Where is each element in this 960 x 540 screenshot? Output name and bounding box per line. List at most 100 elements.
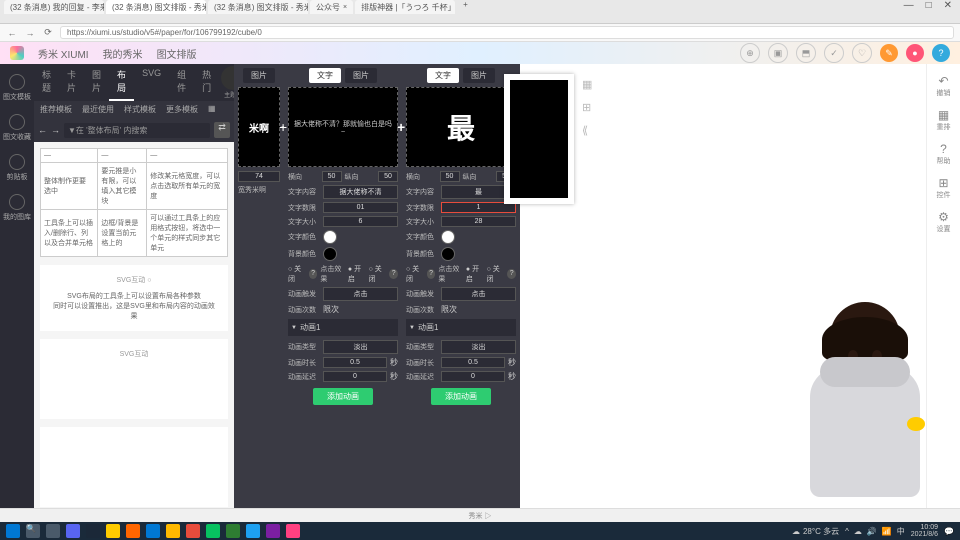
chart-icon[interactable]: ⟪ [582,124,592,137]
delay-input[interactable]: 0 [441,371,505,382]
panel-tab[interactable]: 图片 [84,64,109,101]
header-action-icon[interactable]: ⬒ [796,43,816,63]
app-icon[interactable] [186,524,200,538]
toggle-close[interactable]: ○ 关闭 [288,264,306,284]
duration-input[interactable]: 0.5 [441,357,505,368]
leftbar-item[interactable]: 图文模板 [1,68,33,108]
size-input[interactable]: 6 [323,216,398,227]
tray-icon[interactable]: ☁ [854,527,862,536]
svg-card[interactable]: SVG互动 ○ SVG布局的工具条上可以设置布局各种参数 同时可以设置推出，这是… [40,265,228,331]
subtab[interactable]: 最近使用 [82,104,114,115]
header-action-icon[interactable]: ✓ [824,43,844,63]
rtool-item[interactable]: ▦重排 [937,108,951,132]
help-icon[interactable]: ? [389,269,398,279]
toggle-off[interactable]: ○ 关闭 [487,264,505,284]
toggle-on[interactable]: ● 开启 [348,264,366,284]
limit-input[interactable]: 01 [323,202,398,213]
url-input[interactable]: https://xiumi.us/studio/v5#/paper/for/10… [60,26,954,39]
anim-type-select[interactable]: 淡出 [441,340,516,354]
app-icon[interactable] [146,524,160,538]
task-view-icon[interactable] [46,524,60,538]
toggle-off[interactable]: ○ 关闭 [369,264,387,284]
start-button[interactable] [6,524,20,538]
add-icon[interactable]: + [279,119,287,135]
tray-icon[interactable]: 中 [897,526,905,537]
reload-button[interactable]: ⟳ [42,27,54,38]
nav-left[interactable]: ← [38,125,47,135]
tab-text[interactable]: 文字 [427,68,459,83]
app-icon[interactable] [166,524,180,538]
slide-preview[interactable]: +据大佬称不清？那就愉也白是吗~+ [288,87,398,167]
browser-tab[interactable]: 排版神器 |「うつろ 千杯」-o× [355,0,455,14]
canvas-preview[interactable] [504,74,574,204]
rtool-item[interactable]: ⚙设置 [937,210,951,234]
nav-link[interactable]: 图文排版 [157,46,197,61]
nav-link[interactable]: 我的秀米 [103,46,143,61]
app-icon[interactable] [86,524,100,538]
slide-preview[interactable]: 米啊+ [238,87,280,167]
browser-tab[interactable]: (32 条消息) 我的回复 - 李来 XIU× [4,0,104,14]
toggle-on[interactable]: ● 开启 [466,264,484,284]
svg-card[interactable] [40,427,228,507]
add-animation-button[interactable]: 添加动画 [431,388,491,405]
rtool-item[interactable]: ⊞控件 [937,176,951,200]
leftbar-item[interactable]: 图文收藏 [1,108,33,148]
panel-tab[interactable]: 热门 [194,64,219,101]
size-input[interactable]: 28 [441,216,516,227]
app-icon[interactable] [246,524,260,538]
panel-tab[interactable]: 组件 [169,64,194,101]
back-button[interactable]: ← [6,28,18,38]
rtool-item[interactable]: ?帮助 [937,142,951,166]
maximize-button[interactable]: □ [926,0,932,14]
app-icon[interactable] [126,524,140,538]
duration-input[interactable]: 0.5 [323,357,387,368]
header-badge[interactable]: ● [906,44,924,62]
forward-button[interactable]: → [24,28,36,38]
panel-tab[interactable]: 标题 [34,64,59,101]
h-input[interactable]: 50 [322,171,342,182]
section-header[interactable]: 动画1 [406,319,516,336]
bg-swatch[interactable] [441,247,455,261]
help-icon[interactable]: ? [507,269,516,279]
rtool-item[interactable]: ↶撤销 [937,74,951,98]
clock[interactable]: 10:092021/8/6 [911,524,938,538]
slide-preview[interactable]: +最+ [406,87,516,167]
tray-icon[interactable]: 🔊 [867,527,877,536]
notifications-icon[interactable]: 💬 [944,527,954,536]
layout-icon[interactable]: ⊞ [582,101,592,114]
tab-text[interactable]: 文字 [309,68,341,83]
weather-widget[interactable]: ☁28°C 多云 [792,526,839,537]
v-input[interactable]: 50 [378,171,398,182]
help-icon[interactable]: ? [427,269,436,279]
trigger-select[interactable]: 点击 [323,287,398,301]
search-icon[interactable]: 🔍 [26,524,40,538]
header-action-icon[interactable]: ♡ [852,43,872,63]
app-icon[interactable] [286,524,300,538]
text-input[interactable]: 据大佬称不清 [323,185,398,199]
panel-tab[interactable]: 布局 [109,64,134,101]
help-icon[interactable]: ? [309,269,318,279]
delay-input[interactable]: 0 [323,371,387,382]
browser-tab[interactable]: (32 条消息) 图文排版 - 秀米 XIU× [106,0,206,14]
close-button[interactable]: ✕ [944,0,952,14]
header-badge[interactable]: ✎ [880,44,898,62]
new-tab-button[interactable]: + [457,0,474,14]
h-input[interactable]: 50 [440,171,460,182]
app-icon[interactable] [226,524,240,538]
app-icon[interactable] [206,524,220,538]
leftbar-item[interactable]: 剪贴板 [5,148,30,188]
color-swatch[interactable] [441,230,455,244]
minimize-button[interactable]: — [904,0,914,14]
header-action-icon[interactable]: ▣ [768,43,788,63]
subtab[interactable]: 推荐模板 [40,104,72,115]
width-input[interactable]: 74 [238,171,280,182]
system-tray[interactable]: ^ ☁ 🔊 📶 中 [845,526,905,537]
grid-icon[interactable]: ▦ [208,104,216,115]
tab-image[interactable]: 图片 [463,68,495,83]
nav-right[interactable]: → [51,125,60,135]
layout-table[interactable]: ——— 整体制作更要 选中要元推是小有限，可以填入其它模块修改某元格宽度，可以点… [40,148,228,257]
trigger-select[interactable]: 点击 [441,287,516,301]
subtab[interactable]: 更多模板 [166,104,198,115]
toggle-close[interactable]: ○ 关闭 [406,264,424,284]
browser-tab[interactable]: 公众号× [310,0,353,14]
